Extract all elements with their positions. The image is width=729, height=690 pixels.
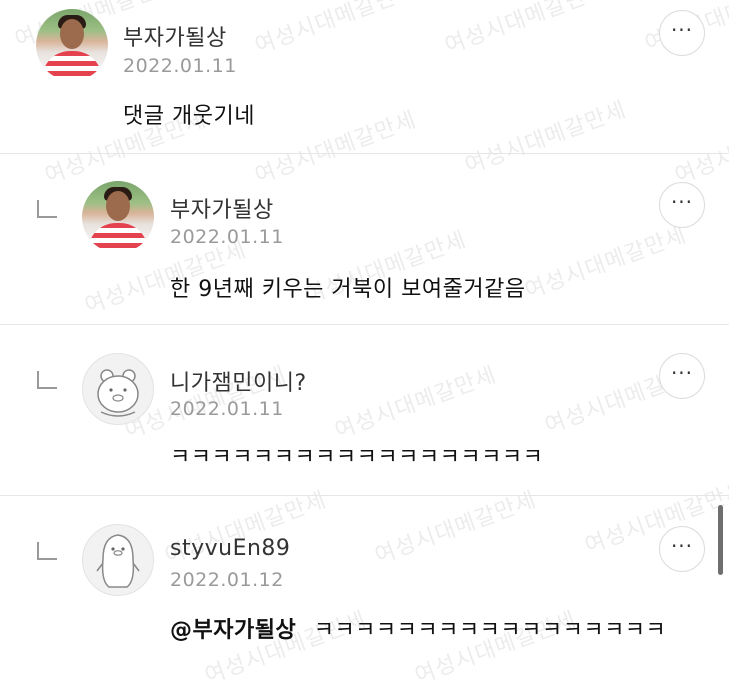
comment-text-body: ㅋㅋㅋㅋㅋㅋㅋㅋㅋㅋㅋㅋㅋㅋㅋㅋㅋ [313,618,667,643]
comment-username[interactable]: 니가잼민이니? [170,365,307,397]
more-icon: ··· [670,18,694,42]
comment-date: 2022.01.12 [170,569,284,591]
penguin-icon [96,534,140,588]
more-options-button[interactable]: ··· [659,526,705,572]
avatar[interactable] [82,181,154,253]
avatar[interactable] [36,9,108,81]
scrollbar[interactable] [718,505,723,575]
avatar-default-penguin[interactable] [82,524,154,596]
comment-item: 부자가될상 2022.01.11 댓글 개웃기네 ··· [0,0,729,153]
reply-arrow-icon [37,200,57,218]
comment-item: styvuEn89 2022.01.12 @부자가될상 ㅋㅋㅋㅋㅋㅋㅋㅋㅋㅋㅋㅋ… [0,496,729,657]
more-icon: ··· [670,361,694,385]
more-icon: ··· [670,190,694,214]
comment-text: 한 9년째 키우는 거북이 보여줄거같음 [170,277,526,302]
more-options-button[interactable]: ··· [659,353,705,399]
comment-date: 2022.01.11 [123,55,237,77]
mention-link[interactable]: @부자가될상 [170,618,296,643]
comment-date: 2022.01.11 [170,398,284,420]
reply-arrow-icon [37,371,57,389]
more-options-button[interactable]: ··· [659,182,705,228]
more-options-button[interactable]: ··· [659,10,705,56]
comment-item: 부자가될상 2022.01.11 한 9년째 키우는 거북이 보여줄거같음 ··… [0,154,729,324]
comment-username[interactable]: styvuEn89 [170,536,290,561]
more-icon: ··· [670,534,694,558]
comment-username[interactable]: 부자가될상 [170,192,274,224]
reply-arrow-icon [37,542,57,560]
comment-text: ㅋㅋㅋㅋㅋㅋㅋㅋㅋㅋㅋㅋㅋㅋㅋㅋㅋㅋ [170,445,544,470]
comment-text: 댓글 개웃기네 [123,104,255,129]
comment-text: @부자가될상 ㅋㅋㅋㅋㅋㅋㅋㅋㅋㅋㅋㅋㅋㅋㅋㅋㅋ [170,612,666,644]
bear-icon [97,369,139,417]
comment-date: 2022.01.11 [170,226,284,248]
avatar-default-bear[interactable] [82,353,154,425]
comment-item: 니가잼민이니? 2022.01.11 ㅋㅋㅋㅋㅋㅋㅋㅋㅋㅋㅋㅋㅋㅋㅋㅋㅋㅋ ··… [0,325,729,495]
comment-username[interactable]: 부자가될상 [123,20,227,52]
